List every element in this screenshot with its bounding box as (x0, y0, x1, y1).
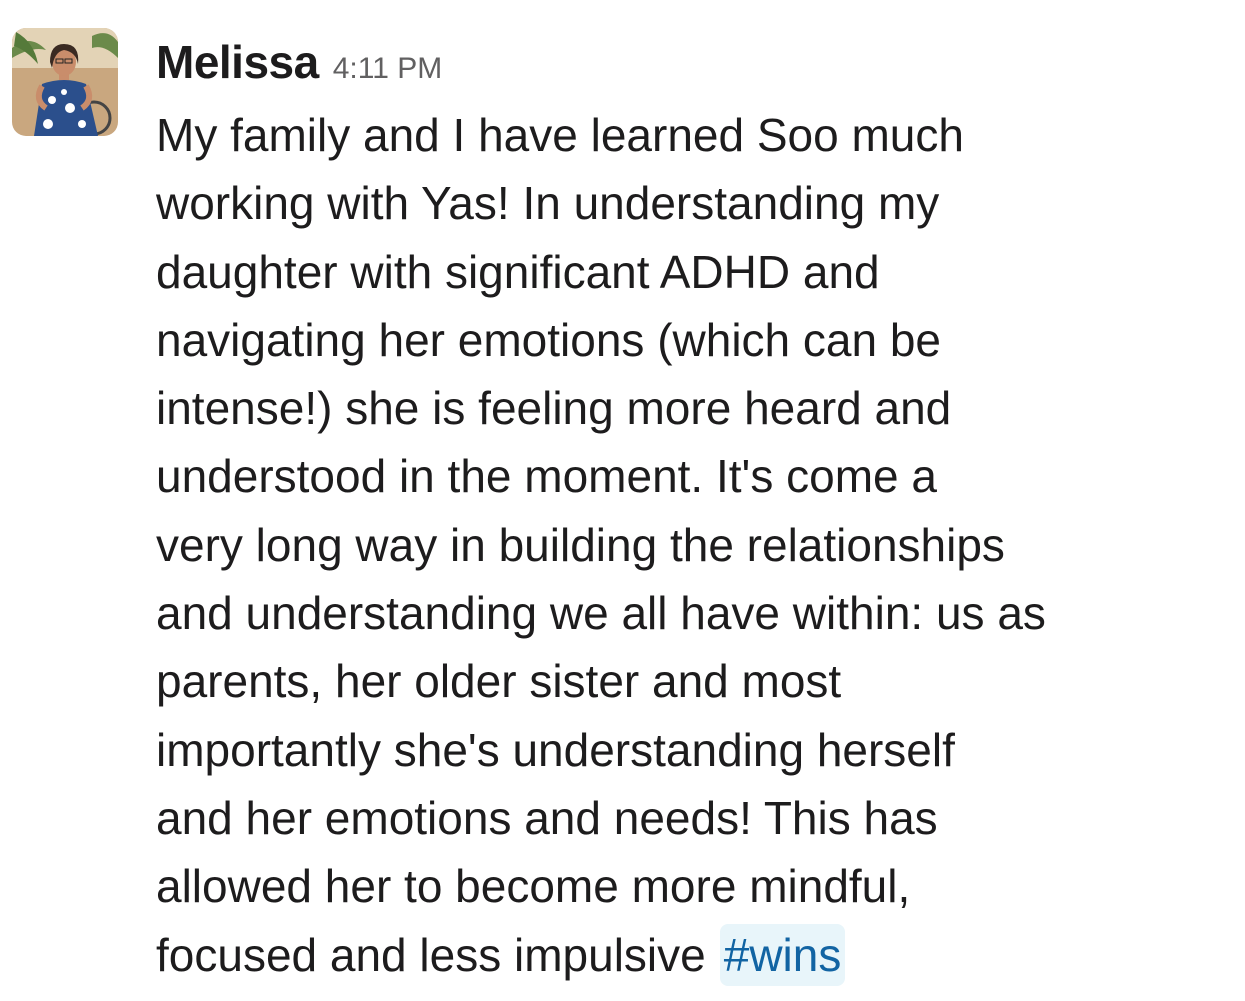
message-line: understood in the moment. It's come a (156, 450, 937, 503)
message-line: working with Yas! In understanding my (156, 177, 940, 230)
author-name[interactable]: Melissa (156, 30, 319, 94)
message-line-last: focused and less impulsive #wins (156, 921, 1238, 989)
message-line: importantly she's understanding herself (156, 723, 955, 776)
message-body: My family and I have learned Soo much wo… (156, 101, 1238, 989)
message-line: and her emotions and needs! This has (156, 791, 938, 844)
message: Melissa 4:11 PM My family and I have lea… (0, 0, 1245, 1001)
user-avatar[interactable] (12, 28, 118, 136)
message-line: allowed her to become more mindful, (156, 860, 911, 913)
message-line: very long way in building the relationsh… (156, 518, 1005, 571)
user-avatar-photo (12, 28, 118, 136)
message-line: daughter with significant ADHD and (156, 245, 880, 298)
message-line: and understanding we all have within: us… (156, 587, 1046, 640)
message-header: Melissa 4:11 PM (156, 30, 442, 94)
message-line: parents, her older sister and most (156, 655, 842, 708)
message-line: My family and I have learned Soo much (156, 109, 964, 161)
message-timestamp[interactable]: 4:11 PM (333, 37, 443, 101)
message-line-text: focused and less impulsive (156, 928, 706, 981)
message-line: navigating her emotions (which can be (156, 313, 942, 366)
hashtag-link[interactable]: #wins (719, 923, 846, 986)
message-line: intense!) she is feeling more heard and (156, 382, 952, 435)
